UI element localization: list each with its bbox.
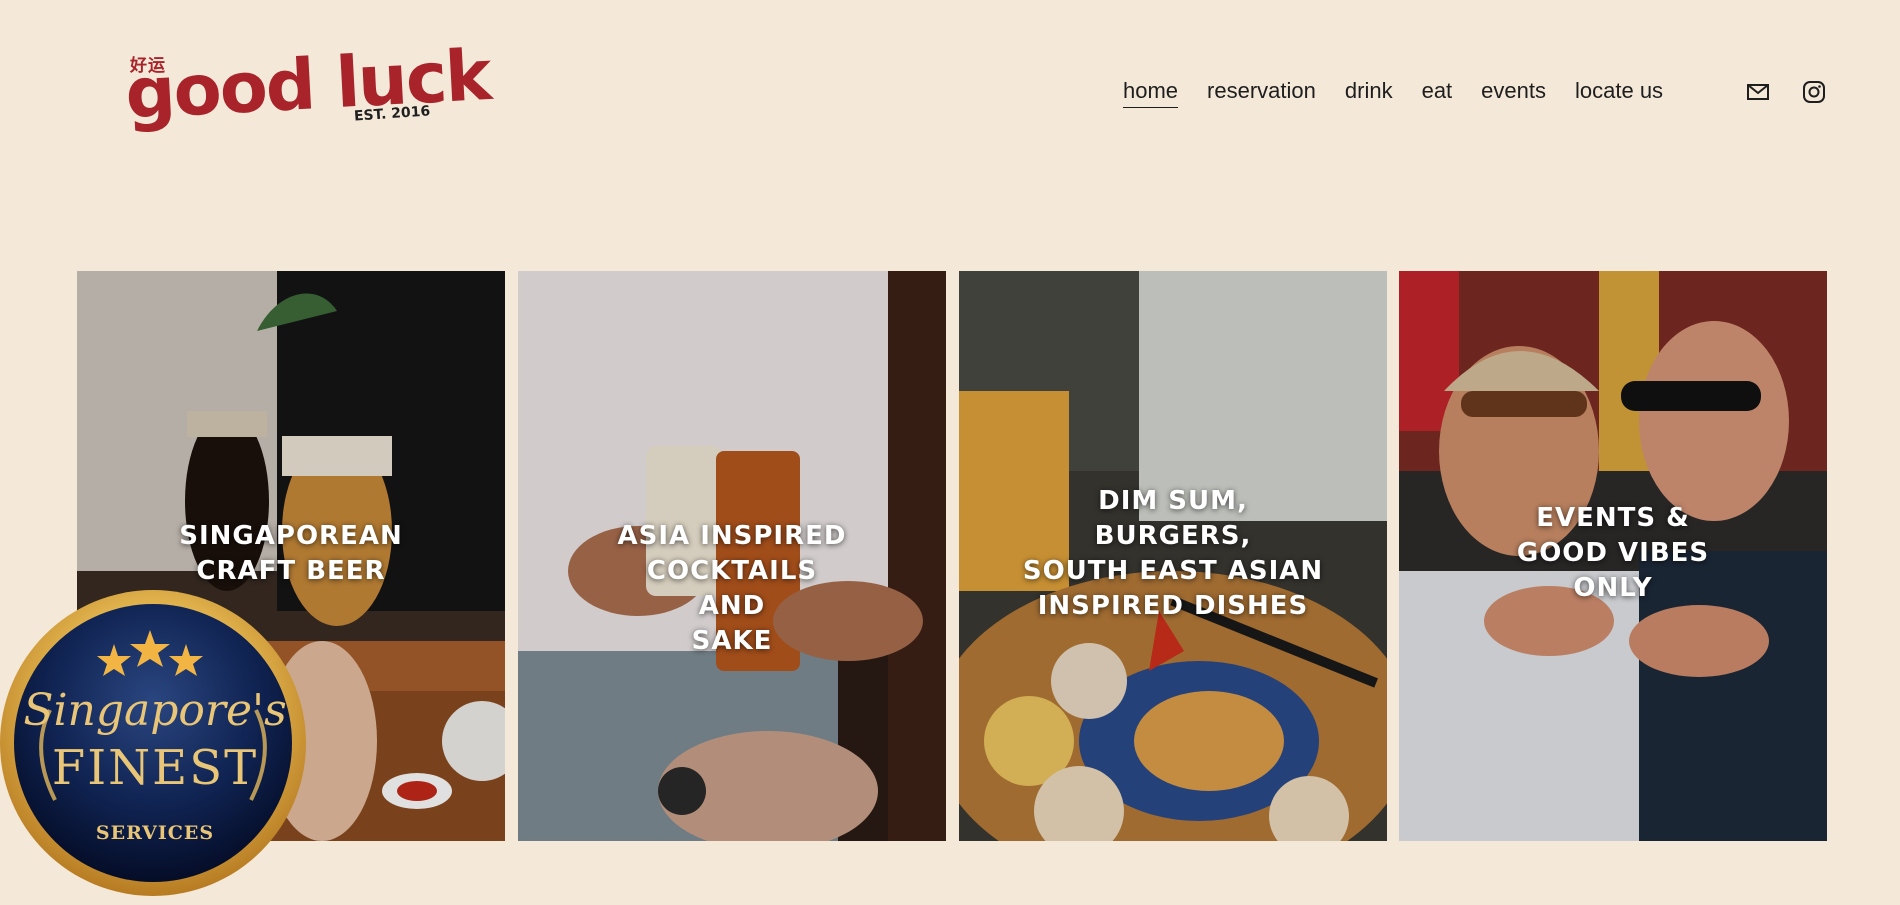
nav-events[interactable]: events — [1481, 78, 1546, 108]
nav-home[interactable]: home — [1123, 78, 1179, 108]
tile-events[interactable]: EVENTS & GOOD VIBES ONLY — [1399, 271, 1827, 841]
main-nav: home reservation drink eat events locate… — [1123, 78, 1663, 108]
badge-line-1: Singapore's — [23, 685, 287, 736]
tile-caption: ASIA INSPIRED COCKTAILS AND SAKE — [617, 521, 847, 656]
tile-dim-sum[interactable]: DIM SUM, BURGERS, SOUTH EAST ASIAN INSPI… — [959, 271, 1387, 841]
tile-cocktails[interactable]: ASIA INSPIRED COCKTAILS AND SAKE — [518, 271, 946, 841]
nav-reservation[interactable]: reservation — [1207, 78, 1316, 108]
social-links — [1746, 80, 1826, 104]
badge-line-3: SERVICES — [95, 822, 215, 844]
singapores-finest-badge[interactable]: Singapore's FINEST SERVICES — [0, 590, 310, 900]
nav-drink[interactable]: drink — [1345, 78, 1393, 108]
nav-eat[interactable]: eat — [1422, 78, 1453, 108]
tile-caption: SINGAPOREAN CRAFT BEER — [179, 521, 403, 586]
instagram-icon[interactable] — [1802, 80, 1826, 104]
brand-logo[interactable]: 好运 good luck EST. 2016 — [123, 34, 491, 140]
badge-line-2: FINEST — [51, 740, 259, 796]
tile-caption: DIM SUM, BURGERS, SOUTH EAST ASIAN INSPI… — [1022, 486, 1324, 621]
nav-locate-us[interactable]: locate us — [1575, 78, 1663, 108]
email-icon[interactable] — [1746, 80, 1770, 104]
tile-caption: EVENTS & GOOD VIBES ONLY — [1516, 503, 1710, 603]
logo-wordmark: good luck — [123, 34, 492, 136]
